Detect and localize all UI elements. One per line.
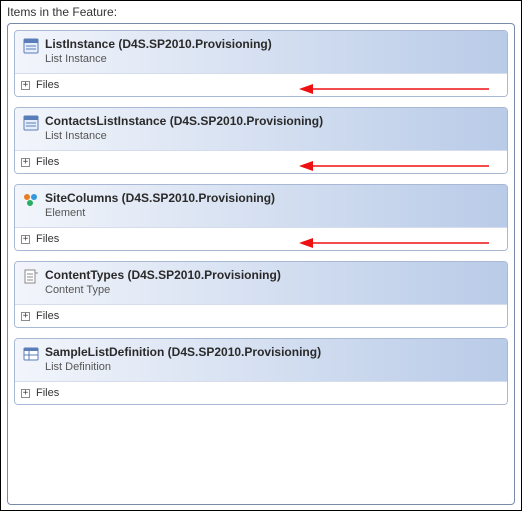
item-title: ListInstance (D4S.SP2010.Provisioning) xyxy=(45,37,272,51)
annotation-arrow xyxy=(299,82,489,96)
list-instance-icon xyxy=(23,115,39,131)
item-header: ContactsListInstance (D4S.SP2010.Provisi… xyxy=(15,108,507,150)
item-title: ContentTypes (D4S.SP2010.Provisioning) xyxy=(45,268,281,282)
item-footer: + Files xyxy=(15,73,507,96)
files-label: Files xyxy=(36,233,59,245)
item-header: ContentTypes (D4S.SP2010.Provisioning) C… xyxy=(15,262,507,304)
item-subtitle: List Instance xyxy=(45,130,323,142)
item-title: ContactsListInstance (D4S.SP2010.Provisi… xyxy=(45,114,323,128)
feature-item[interactable]: SiteColumns (D4S.SP2010.Provisioning) El… xyxy=(14,184,508,251)
expand-icon[interactable]: + xyxy=(21,235,30,244)
feature-item[interactable]: SampleListDefinition (D4S.SP2010.Provisi… xyxy=(14,338,508,405)
item-footer: + Files xyxy=(15,150,507,173)
element-icon xyxy=(23,192,39,208)
files-label: Files xyxy=(36,79,59,91)
item-title: SampleListDefinition (D4S.SP2010.Provisi… xyxy=(45,345,321,359)
files-label: Files xyxy=(36,156,59,168)
item-footer: + Files xyxy=(15,304,507,327)
item-subtitle: Content Type xyxy=(45,284,281,296)
item-header: SampleListDefinition (D4S.SP2010.Provisi… xyxy=(15,339,507,381)
item-footer: + Files xyxy=(15,227,507,250)
items-container: ListInstance (D4S.SP2010.Provisioning) L… xyxy=(7,23,515,505)
section-label: Items in the Feature: xyxy=(1,1,521,21)
item-title: SiteColumns (D4S.SP2010.Provisioning) xyxy=(45,191,275,205)
expand-icon[interactable]: + xyxy=(21,389,30,398)
item-header: SiteColumns (D4S.SP2010.Provisioning) El… xyxy=(15,185,507,227)
expand-icon[interactable]: + xyxy=(21,81,30,90)
expand-icon[interactable]: + xyxy=(21,158,30,167)
annotation-arrow xyxy=(299,236,489,250)
content-type-icon xyxy=(23,269,39,285)
feature-item[interactable]: ContactsListInstance (D4S.SP2010.Provisi… xyxy=(14,107,508,174)
list-instance-icon xyxy=(23,38,39,54)
item-subtitle: List Instance xyxy=(45,53,272,65)
feature-item[interactable]: ContentTypes (D4S.SP2010.Provisioning) C… xyxy=(14,261,508,328)
list-definition-icon xyxy=(23,346,39,362)
expand-icon[interactable]: + xyxy=(21,312,30,321)
item-header: ListInstance (D4S.SP2010.Provisioning) L… xyxy=(15,31,507,73)
item-subtitle: List Definition xyxy=(45,361,321,373)
item-footer: + Files xyxy=(15,381,507,404)
feature-item[interactable]: ListInstance (D4S.SP2010.Provisioning) L… xyxy=(14,30,508,97)
feature-items-panel: Items in the Feature: ListInstance (D4S.… xyxy=(0,0,522,511)
files-label: Files xyxy=(36,387,59,399)
annotation-arrow xyxy=(299,159,489,173)
item-subtitle: Element xyxy=(45,207,275,219)
files-label: Files xyxy=(36,310,59,322)
